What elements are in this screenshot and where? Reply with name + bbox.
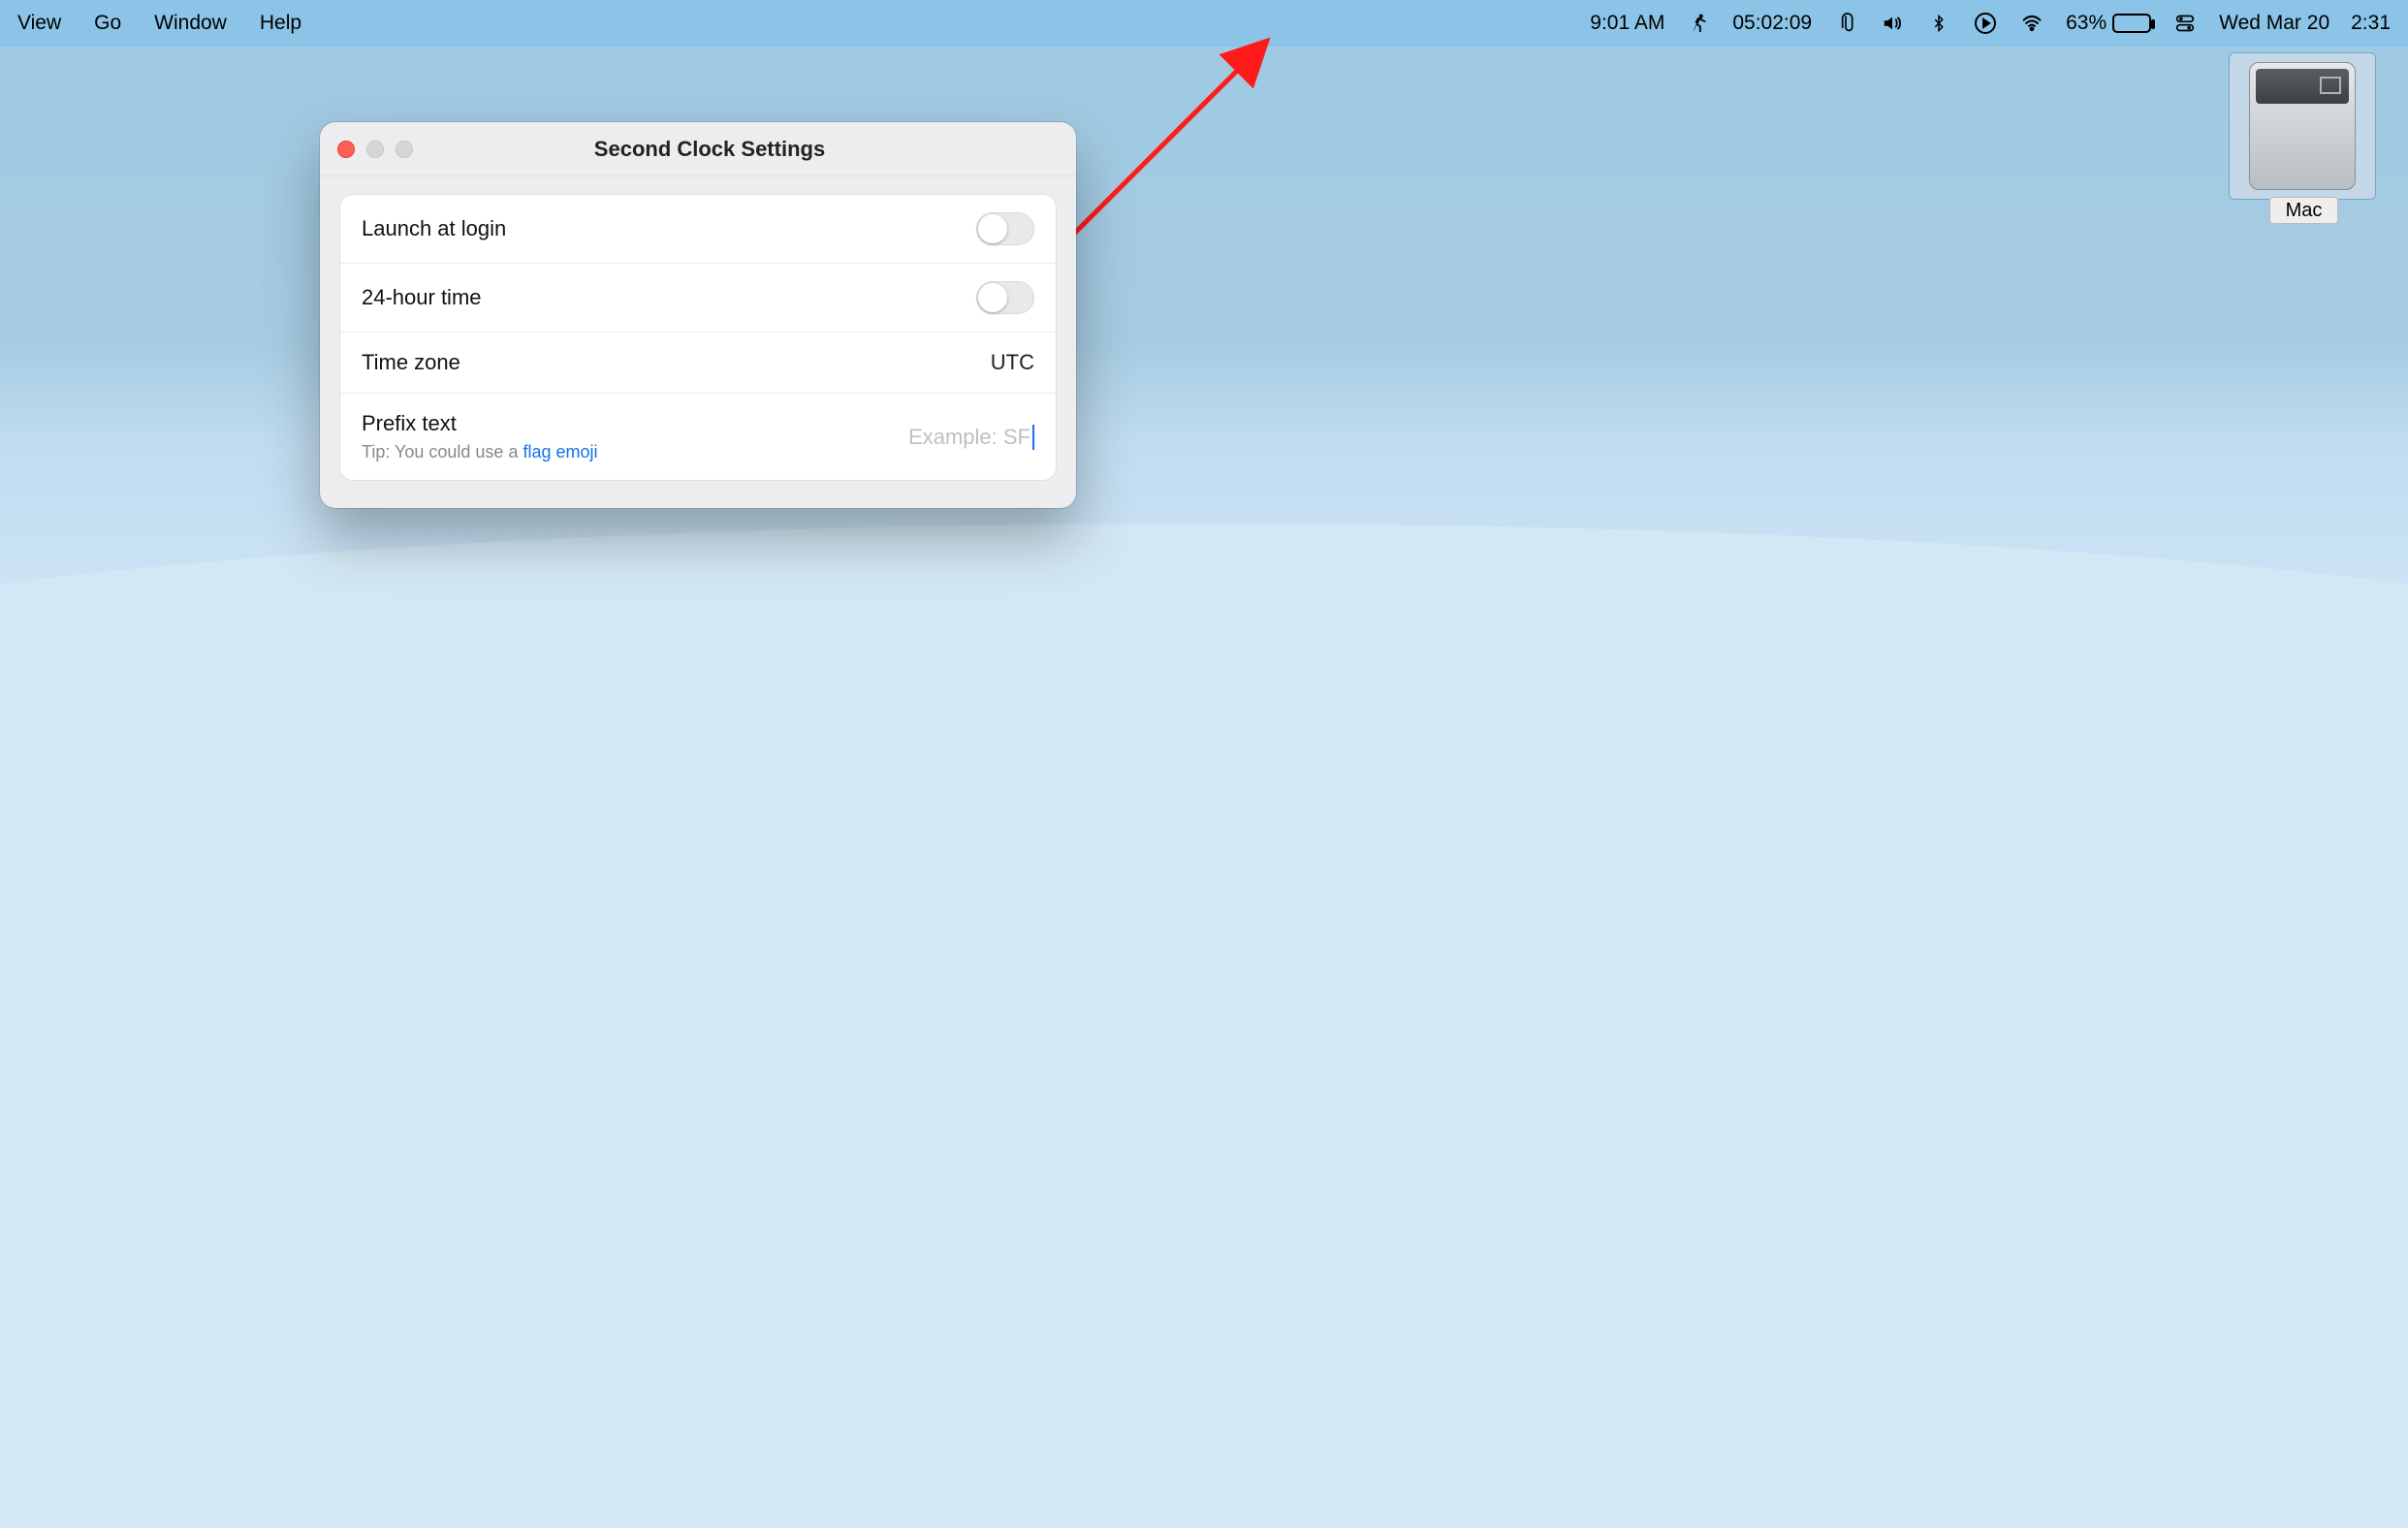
window-content: Launch at login 24-hour time Time zone U… [320, 176, 1076, 508]
row-24-hour: 24-hour time [340, 264, 1056, 333]
timer-display[interactable]: 05:02:09 [1732, 12, 1812, 35]
desktop-disk-icon[interactable]: Mac [2229, 52, 2379, 222]
runner-icon[interactable] [1686, 11, 1711, 36]
disk-label: Mac [2269, 197, 2339, 224]
flag-emoji-link[interactable]: flag emoji [523, 442, 597, 462]
volume-icon[interactable] [1880, 11, 1905, 36]
twenty-four-hour-label: 24-hour time [362, 285, 482, 310]
row-launch-at-login: Launch at login [340, 195, 1056, 264]
second-clock-display[interactable]: 9:01 AM [1590, 12, 1664, 35]
battery-icon [2112, 14, 2151, 33]
close-button[interactable] [337, 141, 355, 158]
window-title: Second Clock Settings [361, 137, 1059, 162]
paperclip-icon[interactable] [1833, 11, 1858, 36]
launch-at-login-toggle[interactable] [976, 212, 1034, 245]
time-zone-value: UTC [991, 350, 1034, 375]
menubar-right: 9:01 AM 05:02:09 63% Wed Mar 20 2:31 [1590, 11, 2391, 36]
wifi-icon[interactable] [2019, 11, 2044, 36]
menubar-left: View Go Window Help [17, 12, 301, 35]
battery-percent: 63% [2066, 12, 2107, 35]
time-zone-label: Time zone [362, 350, 460, 375]
settings-window: Second Clock Settings Launch at login 24… [320, 122, 1076, 508]
menubar-time[interactable]: 2:31 [2351, 12, 2391, 35]
settings-group: Launch at login 24-hour time Time zone U… [339, 194, 1057, 481]
menu-view[interactable]: View [17, 12, 61, 35]
menu-help[interactable]: Help [260, 12, 301, 35]
launch-at-login-label: Launch at login [362, 216, 506, 241]
menu-window[interactable]: Window [154, 12, 227, 35]
prefix-text-label: Prefix text [362, 411, 598, 436]
play-circle-icon[interactable] [1973, 11, 1998, 36]
battery-status[interactable]: 63% [2066, 12, 2151, 35]
menubar: View Go Window Help 9:01 AM 05:02:09 63% [0, 0, 2408, 47]
menu-go[interactable]: Go [94, 12, 121, 35]
desktop-horizon [0, 524, 2408, 1528]
control-center-icon[interactable] [2172, 11, 2198, 36]
row-time-zone[interactable]: Time zone UTC [340, 333, 1056, 394]
row-prefix-text: Prefix text Tip: You could use a flag em… [340, 394, 1056, 480]
bluetooth-icon[interactable] [1926, 11, 1951, 36]
prefix-text-input[interactable] [811, 425, 1034, 450]
twenty-four-hour-toggle[interactable] [976, 281, 1034, 314]
titlebar[interactable]: Second Clock Settings [320, 122, 1076, 176]
menubar-date[interactable]: Wed Mar 20 [2219, 12, 2329, 35]
prefix-text-tip: Tip: You could use a flag emoji [362, 442, 598, 462]
disk-image [2229, 52, 2376, 200]
